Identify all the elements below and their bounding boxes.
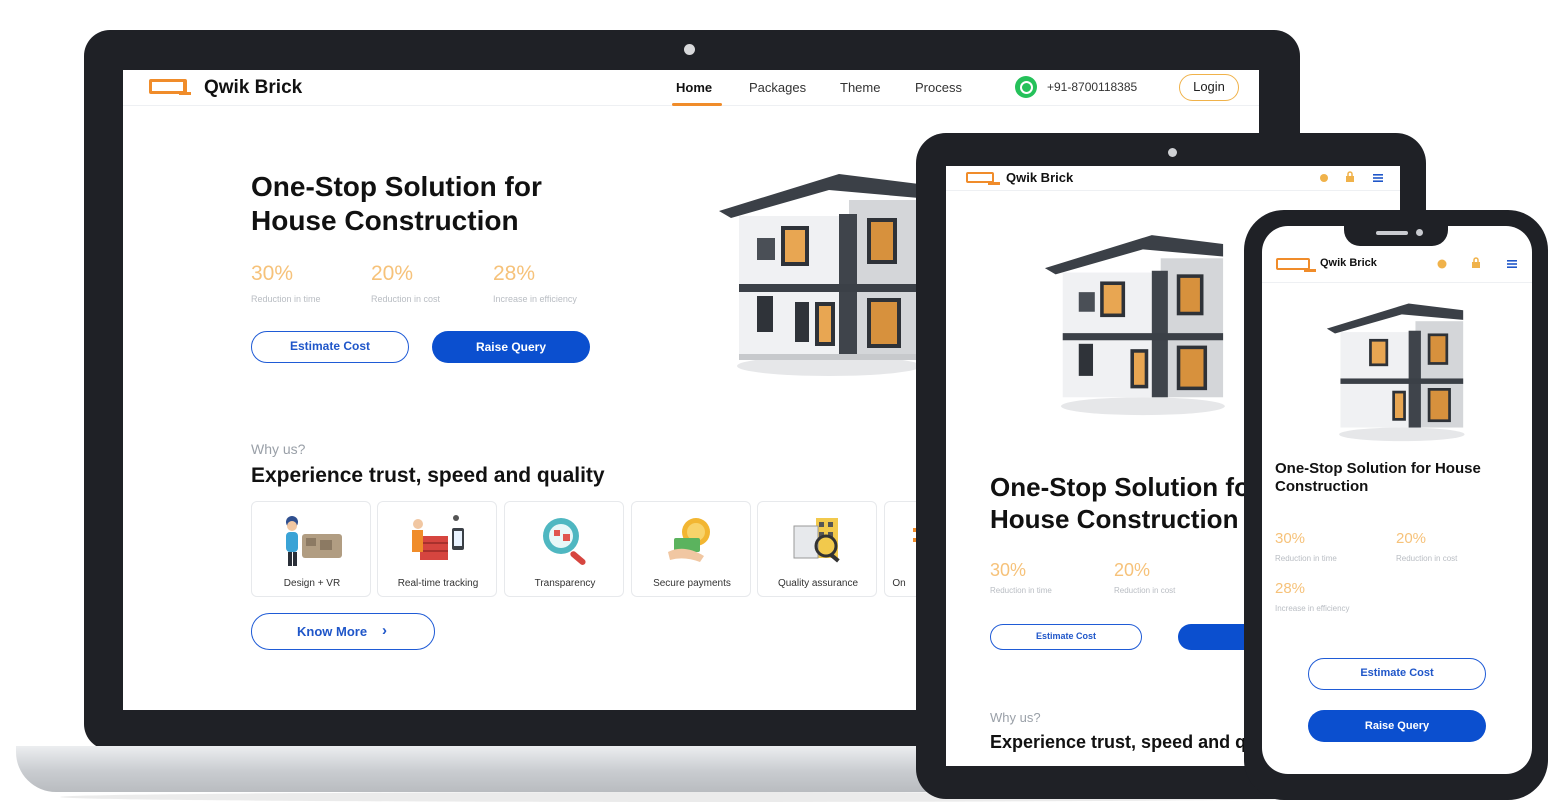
phone-divider xyxy=(1262,282,1532,283)
know-more-button[interactable]: Know More › xyxy=(251,613,435,650)
house-illustration xyxy=(1044,235,1225,416)
phone-stat-value-time: 30% xyxy=(1275,530,1306,547)
logo-icon[interactable] xyxy=(149,79,191,95)
tablet-hero-title-line2: House Construction xyxy=(990,503,1239,534)
know-more-label: Know More xyxy=(297,624,368,639)
house-illustration xyxy=(1326,303,1465,442)
tablet-brand-name[interactable]: Qwik Brick xyxy=(1006,170,1073,185)
tablet-why-us-label: Why us? xyxy=(990,710,1041,725)
why-us-title: Experience trust, speed and quality xyxy=(251,464,605,487)
hero-title: One-Stop Solution for House Construction xyxy=(251,170,542,238)
phone-speaker xyxy=(1376,231,1408,235)
phone-raise-query-button[interactable]: Raise Query xyxy=(1308,710,1486,742)
tablet-camera xyxy=(1168,148,1177,157)
phone-stat-label-efficiency: Increase in efficiency xyxy=(1275,604,1350,613)
device-mockup-stage: Qwik Brick Home Packages Theme Process +… xyxy=(0,0,1548,807)
tablet-divider xyxy=(946,190,1400,191)
hero-title-line1: One-Stop Solution for xyxy=(251,171,542,202)
raise-query-button[interactable]: Raise Query xyxy=(432,331,590,363)
why-us-label: Why us? xyxy=(251,441,306,457)
tablet-why-us-title: Experience trust, speed and q xyxy=(990,732,1247,752)
menu-icon[interactable] xyxy=(1506,258,1518,270)
feature-card-design-vr[interactable]: Design + VR xyxy=(251,501,371,597)
nav-process[interactable]: Process xyxy=(915,80,962,95)
brand-name[interactable]: Qwik Brick xyxy=(204,77,302,99)
nav-home[interactable]: Home xyxy=(676,80,712,95)
feature-card-payments[interactable]: Secure payments xyxy=(631,501,751,597)
logo-icon[interactable] xyxy=(1276,258,1316,272)
house-illustration xyxy=(719,174,919,376)
phone-stat-label-time: Reduction in time xyxy=(1275,554,1337,563)
feature-card-tracking[interactable]: Real-time tracking xyxy=(377,501,497,597)
design-vr-icon xyxy=(286,516,342,566)
stat-label-cost: Reduction in cost xyxy=(371,294,441,304)
stat-value-efficiency: 28% xyxy=(493,262,536,285)
menu-icon[interactable] xyxy=(1372,172,1384,184)
phone-stat-value-efficiency: 28% xyxy=(1275,580,1306,597)
tablet-stat-value-time: 30% xyxy=(990,560,1027,580)
stat-label-time: Reduction in time xyxy=(251,294,321,304)
feature-label: Secure payments xyxy=(653,578,731,589)
lock-icon[interactable] xyxy=(1470,257,1482,269)
whatsapp-icon[interactable] xyxy=(1015,76,1037,98)
lock-icon[interactable] xyxy=(1344,171,1356,183)
estimate-cost-button[interactable]: Estimate Cost xyxy=(251,331,409,363)
payments-icon xyxy=(668,518,710,562)
stat-value-time: 30% xyxy=(251,262,294,285)
quality-icon xyxy=(793,518,840,563)
nav-active-indicator xyxy=(672,103,722,106)
phone-hero-title: One-Stop Solution for House Construction xyxy=(1275,460,1481,497)
top-navigation: Qwik Brick Home Packages Theme Process +… xyxy=(123,70,1259,106)
logo-icon[interactable] xyxy=(966,172,1000,185)
laptop-camera xyxy=(684,44,695,55)
feature-card-transparency[interactable]: Transparency xyxy=(504,501,624,597)
tablet-stat-label-time: Reduction in time xyxy=(990,586,1052,595)
phone-stat-value-cost: 20% xyxy=(1396,530,1427,547)
tablet-hero-title-line1: One-Stop Solution fo xyxy=(990,472,1250,502)
feature-label: Real-time tracking xyxy=(397,578,479,589)
tablet-stat-label-cost: Reduction in cost xyxy=(1114,586,1176,595)
phone-estimate-cost-button[interactable]: Estimate Cost xyxy=(1308,658,1486,690)
hero-title-line2: House Construction xyxy=(251,205,519,237)
tablet-hero-title: One-Stop Solution fo House Construction xyxy=(990,472,1250,535)
help-icon[interactable] xyxy=(1436,258,1448,270)
phone-camera xyxy=(1416,229,1423,236)
nav-packages[interactable]: Packages xyxy=(749,80,806,95)
feature-label: Transparency xyxy=(534,578,596,589)
phone-screen: Qwik Brick One-Stop Solution for House C… xyxy=(1262,226,1532,774)
nav-theme[interactable]: Theme xyxy=(840,80,880,95)
chevron-right-icon: › xyxy=(382,622,387,639)
feature-label: Design + VR xyxy=(283,578,341,589)
login-button[interactable]: Login xyxy=(1179,74,1239,101)
transparency-icon xyxy=(543,518,586,565)
stat-value-cost: 20% xyxy=(371,262,414,285)
phone-hero-title-line1: One-Stop Solution for House xyxy=(1275,460,1481,477)
tablet-stat-value-cost: 20% xyxy=(1114,560,1151,580)
phone-number[interactable]: +91-8700118385 xyxy=(1047,80,1137,94)
phone-hero-title-line2: Construction xyxy=(1275,478,1369,496)
phone-stat-label-cost: Reduction in cost xyxy=(1396,554,1458,563)
stat-label-efficiency: Increase in efficiency xyxy=(493,294,577,304)
tracking-icon xyxy=(412,515,464,560)
phone-brand-name[interactable]: Qwik Brick xyxy=(1320,257,1377,269)
help-icon[interactable] xyxy=(1318,172,1330,184)
tablet-estimate-cost-button[interactable]: Estimate Cost xyxy=(990,624,1142,650)
